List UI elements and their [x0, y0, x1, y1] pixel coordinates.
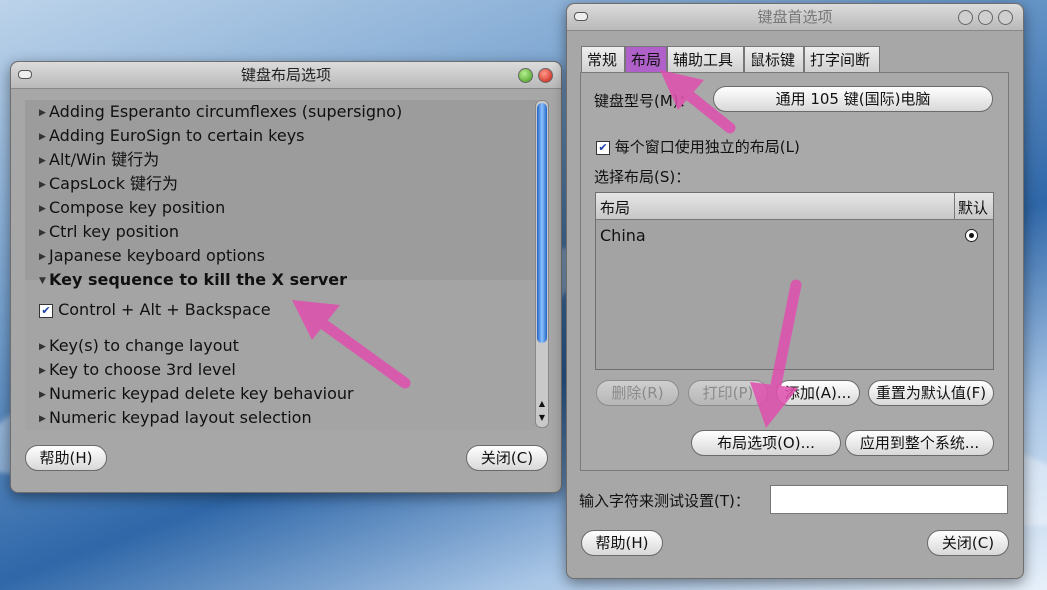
expand-icon: ▶: [39, 179, 46, 190]
sub-option-label: Control + Alt + Backspace: [58, 300, 271, 319]
expand-icon: ▶: [39, 341, 46, 352]
list-item-expanded[interactable]: ▼ Key sequence to kill the X server: [39, 269, 347, 291]
table-row[interactable]: China: [596, 223, 993, 247]
reset-default-button[interactable]: 重置为默认值(F): [868, 380, 994, 406]
expand-icon: ▶: [39, 365, 46, 376]
print-button[interactable]: 打印(P): [688, 380, 768, 406]
close-button[interactable]: 关闭(C): [466, 445, 548, 471]
tab-accessibility[interactable]: 辅助工具: [667, 46, 744, 73]
window-title: 键盘首选项: [757, 8, 833, 26]
keyboard-preferences-window: 键盘首选项 常规 布局 辅助工具 鼠标键 打字间断 键盘型号(M)： 通用 10…: [566, 3, 1024, 579]
expand-icon: ▶: [39, 413, 46, 424]
expand-icon: ▶: [39, 227, 46, 238]
test-input[interactable]: [770, 485, 1008, 514]
collapse-icon: ▼: [39, 275, 46, 286]
apply-system-button[interactable]: 应用到整个系统...: [845, 430, 994, 456]
per-window-layout-row[interactable]: ✔ 每个窗口使用独立的布局(L): [596, 136, 800, 157]
select-layout-label: 选择布局(S)：: [594, 168, 691, 186]
sub-option-row[interactable]: ✔ Control + Alt + Backspace: [39, 299, 271, 321]
tab-general[interactable]: 常规: [581, 46, 625, 73]
tab-mouse-keys[interactable]: 鼠标键: [744, 46, 804, 73]
list-item[interactable]: ▶ Numeric keypad layout selection: [39, 407, 312, 429]
per-window-layout-checkbox[interactable]: ✔: [596, 140, 610, 155]
close-button[interactable]: 关闭(C): [927, 530, 1009, 556]
scroll-up-icon[interactable]: ▲: [537, 399, 547, 408]
minimize-icon[interactable]: [958, 10, 973, 25]
window-title: 键盘布局选项: [240, 66, 331, 84]
keyboard-model-label: 键盘型号(M)：: [594, 92, 694, 110]
list-item[interactable]: ▶ Alt/Win 键行为: [39, 149, 159, 171]
window-menu-icon[interactable]: [18, 70, 32, 79]
tab-layout[interactable]: 布局: [625, 46, 667, 73]
maximize-icon[interactable]: [978, 10, 993, 25]
scrollbar-track[interactable]: ▲ ▼: [535, 100, 549, 428]
list-item[interactable]: ▶ Compose key position: [39, 197, 225, 219]
list-item[interactable]: ▶ Adding EuroSign to certain keys: [39, 125, 305, 147]
column-header-layout[interactable]: 布局: [600, 197, 630, 218]
expand-icon: ▶: [39, 131, 46, 142]
scroll-down-icon[interactable]: ▼: [537, 413, 547, 422]
titlebar: 键盘首选项: [567, 4, 1023, 31]
tab-typing-break[interactable]: 打字间断: [804, 46, 880, 73]
titlebar: 键盘布局选项: [11, 62, 561, 89]
keyboard-model-button[interactable]: 通用 105 键(国际)电脑: [713, 86, 993, 112]
add-button[interactable]: 添加(A)...: [776, 380, 860, 406]
maximize-icon[interactable]: [518, 68, 533, 83]
remove-button[interactable]: 删除(R): [596, 380, 679, 406]
list-item[interactable]: ▶ Key to choose 3rd level: [39, 359, 236, 381]
expand-icon: ▶: [39, 251, 46, 262]
expand-icon: ▶: [39, 389, 46, 400]
list-item[interactable]: ▶ Key(s) to change layout: [39, 335, 239, 357]
test-input-label: 输入字符来测试设置(T)：: [579, 492, 750, 510]
layout-options-window: 键盘布局选项 ▶ Adding Esperanto circumflexes (s…: [10, 61, 562, 493]
expand-icon: ▶: [39, 107, 46, 118]
window-menu-icon[interactable]: [574, 12, 588, 21]
layout-table: 布局 默认 China: [595, 192, 994, 370]
help-button[interactable]: 帮助(H): [581, 530, 663, 556]
list-item[interactable]: ▶ Numeric keypad delete key behaviour: [39, 383, 354, 405]
column-header-default[interactable]: 默认: [958, 197, 988, 218]
close-icon[interactable]: [998, 10, 1013, 25]
sub-option-checkbox[interactable]: ✔: [39, 303, 53, 318]
column-divider: [954, 193, 955, 219]
expand-icon: ▶: [39, 155, 46, 166]
list-item[interactable]: ▶ CapsLock 键行为: [39, 173, 178, 195]
layout-options-button[interactable]: 布局选项(O)...: [691, 430, 841, 456]
scrollbar-thumb[interactable]: [537, 103, 547, 343]
expand-icon: ▶: [39, 203, 46, 214]
list-item[interactable]: ▶ Ctrl key position: [39, 221, 179, 243]
table-header: 布局 默认: [596, 193, 993, 220]
close-icon[interactable]: [538, 68, 553, 83]
list-item[interactable]: ▶ Adding Esperanto circumflexes (supersig…: [39, 101, 402, 123]
default-radio-icon[interactable]: [965, 229, 978, 242]
list-item[interactable]: ▶ Japanese keyboard options: [39, 245, 265, 267]
help-button[interactable]: 帮助(H): [25, 445, 107, 471]
layout-name: China: [600, 226, 646, 245]
per-window-layout-label: 每个窗口使用独立的布局(L): [614, 138, 800, 156]
